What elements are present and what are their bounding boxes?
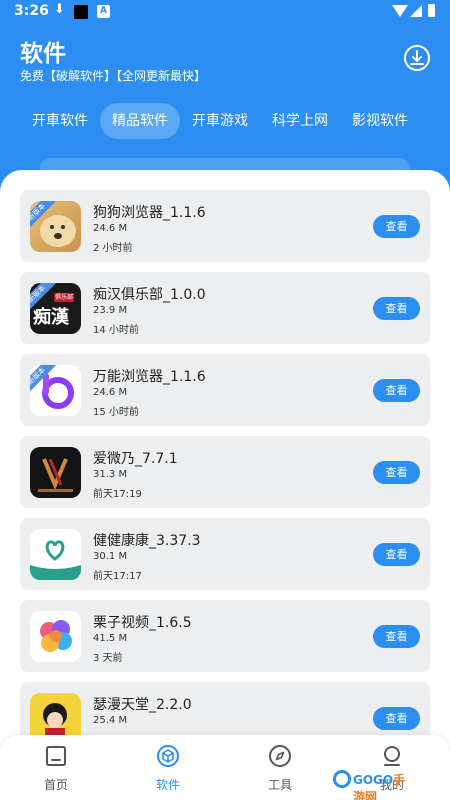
view-button[interactable]: 查看	[373, 379, 420, 402]
app-name: 瑟漫天堂_2.2.0	[93, 697, 192, 713]
app-name: 健健康康_3.37.3	[93, 533, 201, 549]
watermark-logo: GOGO手游网	[333, 768, 417, 800]
view-button[interactable]: 查看	[373, 461, 420, 484]
app-name: 狗狗浏览器_1.1.6	[93, 205, 206, 221]
app-notification-icon	[74, 5, 88, 19]
tab-premium-software[interactable]: 精品软件	[100, 103, 180, 139]
home-icon	[46, 746, 66, 766]
list-item[interactable]: 新版本 万能浏览器_1.1.6 24.6 M 15 小时前 查看	[20, 354, 430, 426]
app-size: 25.4 M	[93, 715, 128, 726]
app-name: 爱微乃_7.7.1	[93, 451, 178, 467]
list-item[interactable]: 爱微乃_7.7.1 31.3 M 前天17:19 查看	[20, 436, 430, 508]
app-time: 15 小时前	[93, 407, 139, 418]
nav-software[interactable]: 软件	[128, 735, 208, 800]
app-time: 前天17:19	[93, 489, 142, 500]
a-notification-icon: A	[97, 5, 110, 18]
watermark-icon	[333, 770, 351, 788]
page-subtitle: 免费【破解软件】【全网更新最快】	[20, 69, 207, 83]
view-button[interactable]: 查看	[373, 707, 420, 730]
list-item[interactable]: 栗子视频_1.6.5 41.5 M 3 天前 查看	[20, 600, 430, 672]
aiweinai-app-icon	[30, 447, 81, 498]
app-time: 2 小时前	[93, 243, 133, 254]
tab-video-software[interactable]: 影视软件	[340, 103, 420, 139]
icon-tag: 俱乐部	[54, 293, 74, 302]
nav-tools[interactable]: 工具	[240, 735, 320, 800]
app-time: 14 小时前	[93, 325, 139, 336]
cube-icon	[157, 745, 179, 767]
app-size: 23.9 M	[93, 305, 128, 316]
jianjian-app-icon	[30, 529, 81, 580]
app-size: 41.5 M	[93, 633, 128, 644]
tab-vpn[interactable]: 科学上网	[260, 103, 340, 139]
nav-home-label: 首页	[43, 778, 68, 792]
nav-home[interactable]: 首页	[16, 735, 96, 800]
doge-app-icon: 新版本	[30, 201, 81, 252]
chihan-app-icon: 俱乐部 痴漢 新版本	[30, 283, 81, 334]
status-time: 3:26	[14, 3, 49, 19]
view-button[interactable]: 查看	[373, 215, 420, 238]
app-size: 31.3 M	[93, 469, 128, 480]
app-time: 前天17:17	[93, 571, 142, 582]
list-item[interactable]: 俱乐部 痴漢 新版本 痴汉俱乐部_1.0.0 23.9 M 14 小时前 查看	[20, 272, 430, 344]
app-name: 万能浏览器_1.1.6	[93, 369, 206, 385]
download-button[interactable]	[404, 45, 430, 71]
list-item[interactable]: 健健康康_3.37.3 30.1 M 前天17:17 查看	[20, 518, 430, 590]
wifi-icon	[392, 5, 408, 17]
app-size: 24.6 M	[93, 223, 128, 234]
view-button[interactable]: 查看	[373, 543, 420, 566]
battery-icon	[428, 4, 435, 17]
app-name: 痴汉俱乐部_1.0.0	[93, 287, 206, 303]
icon-text: 痴漢	[33, 307, 69, 328]
status-bar: 3:26 ⬇ A	[0, 0, 450, 24]
category-tabs: 开車软件 精品软件 开車游戏 科学上网 影视软件	[0, 103, 450, 139]
lizi-video-app-icon	[30, 611, 81, 662]
tab-kaiche-software[interactable]: 开車软件	[20, 103, 100, 139]
page-title: 软件	[20, 41, 66, 67]
download-icon	[410, 50, 424, 65]
signal-icon	[410, 5, 422, 17]
profile-icon	[384, 746, 400, 766]
app-name: 栗子视频_1.6.5	[93, 615, 192, 631]
view-button[interactable]: 查看	[373, 297, 420, 320]
tab-kaiche-games[interactable]: 开車游戏	[180, 103, 260, 139]
app-time: 3 天前	[93, 653, 123, 664]
nav-tools-label: 工具	[267, 778, 292, 792]
watermark-brand: GOGO	[353, 773, 394, 787]
download-notification-icon: ⬇	[54, 2, 65, 17]
app-size: 24.6 M	[93, 387, 128, 398]
nav-software-label: 软件	[155, 778, 180, 792]
list-item[interactable]: 新版本 狗狗浏览器_1.1.6 24.6 M 2 小时前 查看	[20, 190, 430, 262]
view-button[interactable]: 查看	[373, 625, 420, 648]
app-list: 新版本 狗狗浏览器_1.1.6 24.6 M 2 小时前 查看 俱乐部 痴漢 新…	[0, 170, 450, 800]
app-size: 30.1 M	[93, 551, 128, 562]
compass-icon	[269, 745, 291, 767]
universal-browser-app-icon: 新版本	[30, 365, 81, 416]
